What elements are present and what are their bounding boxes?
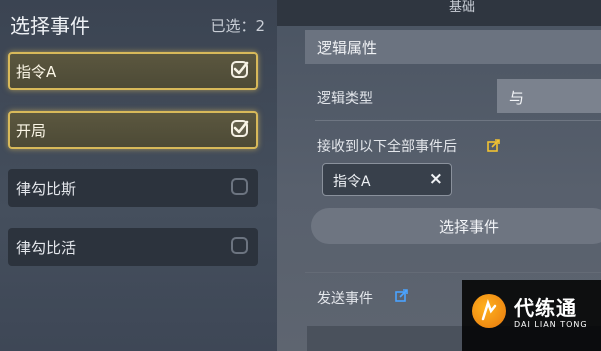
- watermark-title: 代练通: [514, 296, 577, 320]
- received-event-tag: 指令A ×: [322, 163, 452, 196]
- event-item-label: 指令A: [16, 63, 57, 81]
- checkbox-unchecked-icon[interactable]: [231, 178, 248, 195]
- select-events-button-label: 选择事件: [439, 218, 500, 236]
- receive-events-label: 接收到以下全部事件后: [317, 139, 457, 155]
- watermark-logo-icon: [472, 294, 506, 328]
- section-title: 逻辑属性: [317, 39, 378, 57]
- panel-title: 选择事件: [10, 14, 90, 38]
- checkbox-unchecked-icon[interactable]: [231, 237, 248, 254]
- watermark: 代练通 DAI LIAN TONG: [462, 280, 601, 351]
- watermark-subtitle: DAI LIAN TONG: [514, 320, 588, 329]
- event-item-3[interactable]: 律勾比斯: [8, 169, 258, 207]
- logic-type-value: 与: [509, 89, 525, 107]
- event-item-label: 开局: [16, 122, 47, 140]
- checkbox-checked-icon[interactable]: [231, 61, 249, 78]
- event-item-label: 律勾比斯: [16, 180, 77, 198]
- event-item-4[interactable]: 律勾比活: [8, 228, 258, 266]
- send-events-label: 发送事件: [317, 291, 373, 307]
- link-edit-icon[interactable]: [487, 139, 500, 152]
- event-select-panel: 选择事件 已选：2 指令A 开局 律勾比斯 律勾比活: [0, 0, 277, 351]
- send-event-icon[interactable]: [395, 289, 408, 302]
- select-events-button[interactable]: 选择事件: [311, 208, 601, 244]
- selected-count: 已选：2: [210, 17, 265, 35]
- event-item-start[interactable]: 开局: [8, 111, 258, 149]
- event-item-label: 律勾比活: [16, 239, 77, 257]
- section-logic-properties[interactable]: 逻辑属性: [305, 30, 601, 64]
- divider: [315, 120, 601, 121]
- logic-type-select[interactable]: 与: [497, 79, 601, 113]
- logic-type-label: 逻辑类型: [317, 91, 373, 107]
- tab-basic[interactable]: 基础: [277, 0, 601, 26]
- tab-basic-label: 基础: [449, 0, 476, 15]
- received-event-tag-label: 指令A: [333, 174, 371, 190]
- divider: [305, 272, 601, 273]
- close-icon[interactable]: ×: [429, 169, 443, 189]
- checkbox-checked-icon[interactable]: [231, 120, 249, 137]
- event-item-instruction-a[interactable]: 指令A: [8, 52, 258, 90]
